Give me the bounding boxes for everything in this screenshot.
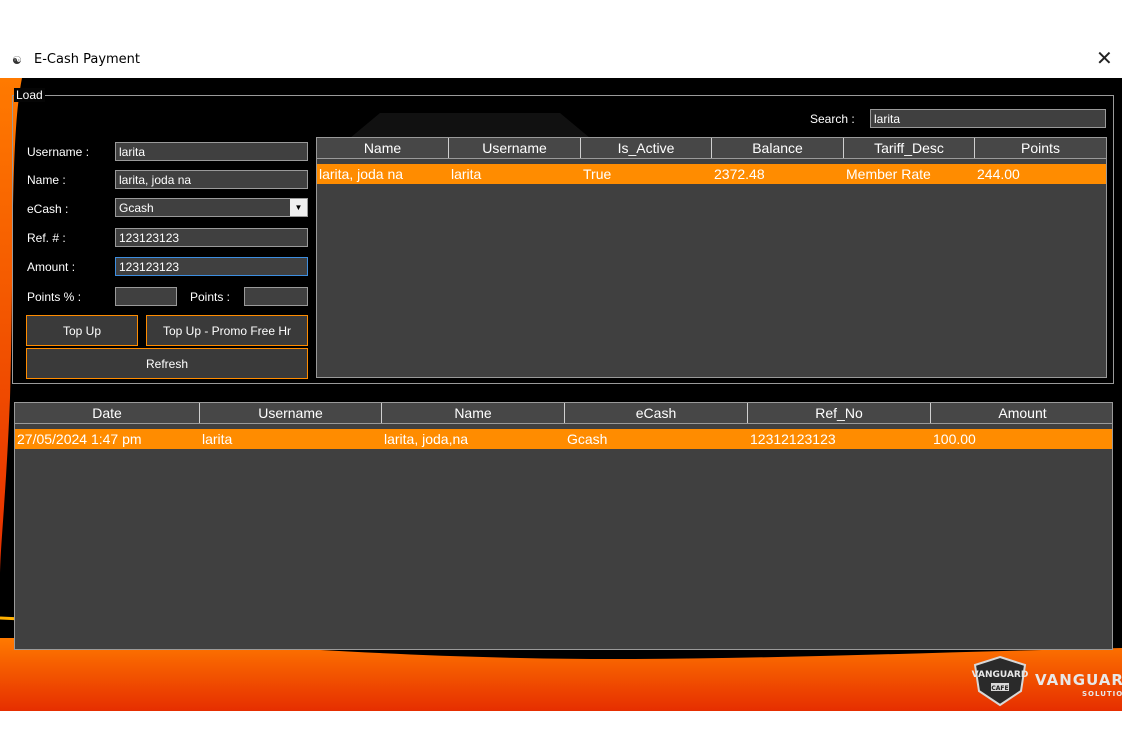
search-input[interactable]: larita: [870, 109, 1106, 128]
title-bar: ☯ E-Cash Payment ✕: [0, 42, 1122, 78]
column-header-amount[interactable]: Amount: [931, 403, 1112, 423]
logo-emblem-text: VANGUARD: [972, 670, 1029, 680]
cell-is-active: True: [583, 166, 612, 182]
table-row[interactable]: 27/05/2024 1:47 pm larita larita, joda,n…: [15, 429, 1112, 449]
column-header-username[interactable]: Username: [449, 138, 581, 158]
username-field[interactable]: larita: [115, 142, 308, 161]
cell-tariff-desc: Member Rate: [846, 166, 931, 182]
column-header-balance[interactable]: Balance: [712, 138, 844, 158]
cell-amount: 100.00: [933, 431, 976, 447]
refresh-button[interactable]: Refresh: [26, 348, 308, 379]
ecash-select[interactable]: Gcash ▼: [115, 198, 308, 217]
cell-ecash: Gcash: [567, 431, 608, 447]
cell-date: 27/05/2024 1:47 pm: [17, 431, 142, 447]
column-header-tariff-desc[interactable]: Tariff_Desc: [844, 138, 975, 158]
cell-points: 244.00: [977, 166, 1020, 182]
top-up-button[interactable]: Top Up: [26, 315, 138, 346]
brand-sub: SOLUTION: [1082, 690, 1122, 698]
column-header-points[interactable]: Points: [975, 138, 1106, 158]
points-percent-label: Points % :: [27, 290, 82, 304]
column-header-ecash[interactable]: eCash: [565, 403, 748, 423]
top-up-promo-button[interactable]: Top Up - Promo Free Hr: [146, 315, 308, 346]
ref-field[interactable]: 123123123: [115, 228, 308, 247]
app-icon: ☯: [12, 55, 22, 67]
amount-label: Amount :: [27, 260, 76, 274]
transactions-grid[interactable]: Date Username Name eCash Ref_No Amount 2…: [14, 402, 1113, 650]
column-header-is-active[interactable]: Is_Active: [581, 138, 712, 158]
cell-username: larita: [451, 166, 482, 182]
vanguard-logo-icon: VANGUARD CAFE: [972, 655, 1029, 707]
table-row[interactable]: larita, joda na larita True 2372.48 Memb…: [317, 164, 1106, 184]
column-header-ref-no[interactable]: Ref_No: [748, 403, 931, 423]
points-field[interactable]: [244, 287, 308, 306]
name-label: Name :: [27, 173, 66, 187]
brand-name: VANGUARD: [1035, 671, 1122, 689]
window-client-area: Load Search : larita Username : larita N…: [0, 78, 1122, 711]
column-header-date[interactable]: Date: [15, 403, 200, 423]
column-header-username[interactable]: Username: [200, 403, 382, 423]
points-percent-field[interactable]: [115, 287, 177, 306]
logo-emblem-sub: CAFE: [991, 685, 1008, 692]
ecash-selected-value: Gcash: [119, 201, 154, 215]
points-label: Points :: [190, 290, 231, 304]
name-field[interactable]: larita, joda na: [115, 170, 308, 189]
members-grid-header: Name Username Is_Active Balance Tariff_D…: [317, 138, 1106, 159]
ecash-label: eCash :: [27, 202, 69, 216]
chevron-down-icon[interactable]: ▼: [290, 199, 307, 216]
amount-field[interactable]: 123123123: [115, 257, 308, 276]
column-header-name[interactable]: Name: [382, 403, 565, 423]
column-header-name[interactable]: Name: [317, 138, 449, 158]
load-group-legend: Load: [14, 88, 45, 102]
window-title: E-Cash Payment: [34, 52, 141, 67]
ref-label: Ref. # :: [27, 231, 66, 245]
username-label: Username :: [27, 145, 90, 159]
cell-balance: 2372.48: [714, 166, 765, 182]
cell-ref-no: 12312123123: [750, 431, 836, 447]
members-grid[interactable]: Name Username Is_Active Balance Tariff_D…: [316, 137, 1107, 378]
transactions-grid-header: Date Username Name eCash Ref_No Amount: [15, 403, 1112, 424]
cell-username: larita: [202, 431, 233, 447]
close-icon[interactable]: ✕: [1096, 46, 1113, 71]
search-label: Search :: [810, 112, 855, 126]
cell-name: larita, joda na: [319, 166, 404, 182]
cell-name: larita, joda,na: [384, 431, 469, 447]
